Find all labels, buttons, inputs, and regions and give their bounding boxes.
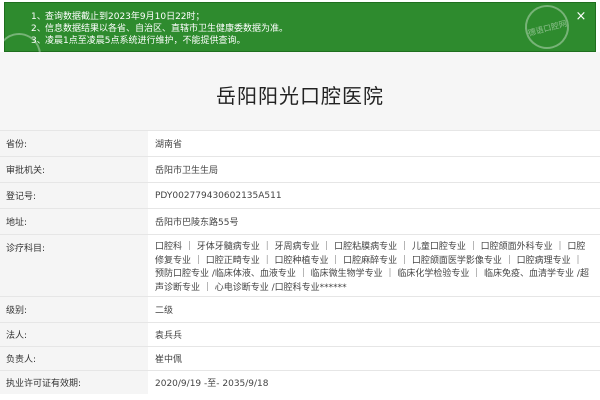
field-label: 负责人: (0, 347, 148, 370)
field-label: 法人: (0, 323, 148, 346)
notice-item-text: 凌晨1点至凌晨5点系统进行维护，不能提供查询。 (45, 36, 246, 46)
notice-banner: 1、查询数据截止到2023年9月10日22时； 2、信息数据结果以各省、自治区、… (0, 0, 596, 82)
info-row-person-in-charge: 负责人: 崔中佩 (0, 346, 600, 370)
notice-item: 3、凌晨1点至凌晨5点系统进行维护，不能提供查询。 (31, 35, 595, 47)
field-label: 省份: (0, 131, 148, 156)
notice-item: 2、信息数据结果以各省、自治区、直辖市卫生健康委数据为准。 (31, 23, 595, 35)
page-title: 岳阳阳光口腔医院 (216, 84, 384, 108)
info-row-approval-authority: 审批机关: 岳阳市卫生生局 (0, 156, 600, 182)
notice-item-number: 2、 (31, 24, 46, 34)
field-value: 岳阳市巴陵东路55号 (155, 218, 239, 228)
field-value: 岳阳市卫生生局 (155, 166, 219, 176)
notice-item-text: 信息数据结果以各省、自治区、直辖市卫生健康委数据为准。 (45, 24, 289, 34)
field-label: 诊疗科目: (0, 235, 148, 296)
field-label: 级别: (0, 297, 148, 322)
field-label: 执业许可证有效期: (0, 371, 148, 394)
info-row-legal-person: 法人: 袁兵兵 (0, 322, 600, 346)
info-row-registration-number: 登记号: PDY002779430602135A511 (0, 182, 600, 208)
notice-item-number: 1、 (31, 12, 46, 22)
hospital-info-table: 省份: 湖南省 审批机关: 岳阳市卫生生局 登记号: PDY0027794306… (0, 130, 600, 394)
field-value: 崔中佩 (155, 355, 183, 365)
field-value: 2020/9/19 -至- 2035/9/18 (155, 379, 269, 389)
field-label: 审批机关: (0, 157, 148, 182)
close-icon[interactable]: × (573, 9, 589, 25)
notice-item: 1、查询数据截止到2023年9月10日22时； (31, 11, 595, 23)
field-value: 口腔科 ｜ 牙体牙髓病专业 ｜ 牙周病专业 ｜ 口腔粘膜病专业 ｜ 儿童口腔专业… (155, 242, 589, 293)
info-row-license-validity: 执业许可证有效期: 2020/9/19 -至- 2035/9/18 (0, 370, 600, 394)
info-row-province: 省份: 湖南省 (0, 130, 600, 156)
field-value: 湖南省 (155, 140, 183, 150)
field-label: 登记号: (0, 183, 148, 208)
field-value: PDY002779430602135A511 (155, 190, 282, 201)
notice-item-text: 查询数据截止到2023年9月10日22时； (45, 12, 205, 22)
info-row-address: 地址: 岳阳市巴陵东路55号 (0, 208, 600, 234)
info-row-treatment-subjects: 诊疗科目: 口腔科 ｜ 牙体牙髓病专业 ｜ 牙周病专业 ｜ 口腔粘膜病专业 ｜ … (0, 234, 600, 296)
info-row-level: 级别: 二级 (0, 296, 600, 322)
field-value: 二级 (155, 306, 174, 316)
field-value: 袁兵兵 (155, 331, 183, 341)
field-label: 地址: (0, 209, 148, 234)
